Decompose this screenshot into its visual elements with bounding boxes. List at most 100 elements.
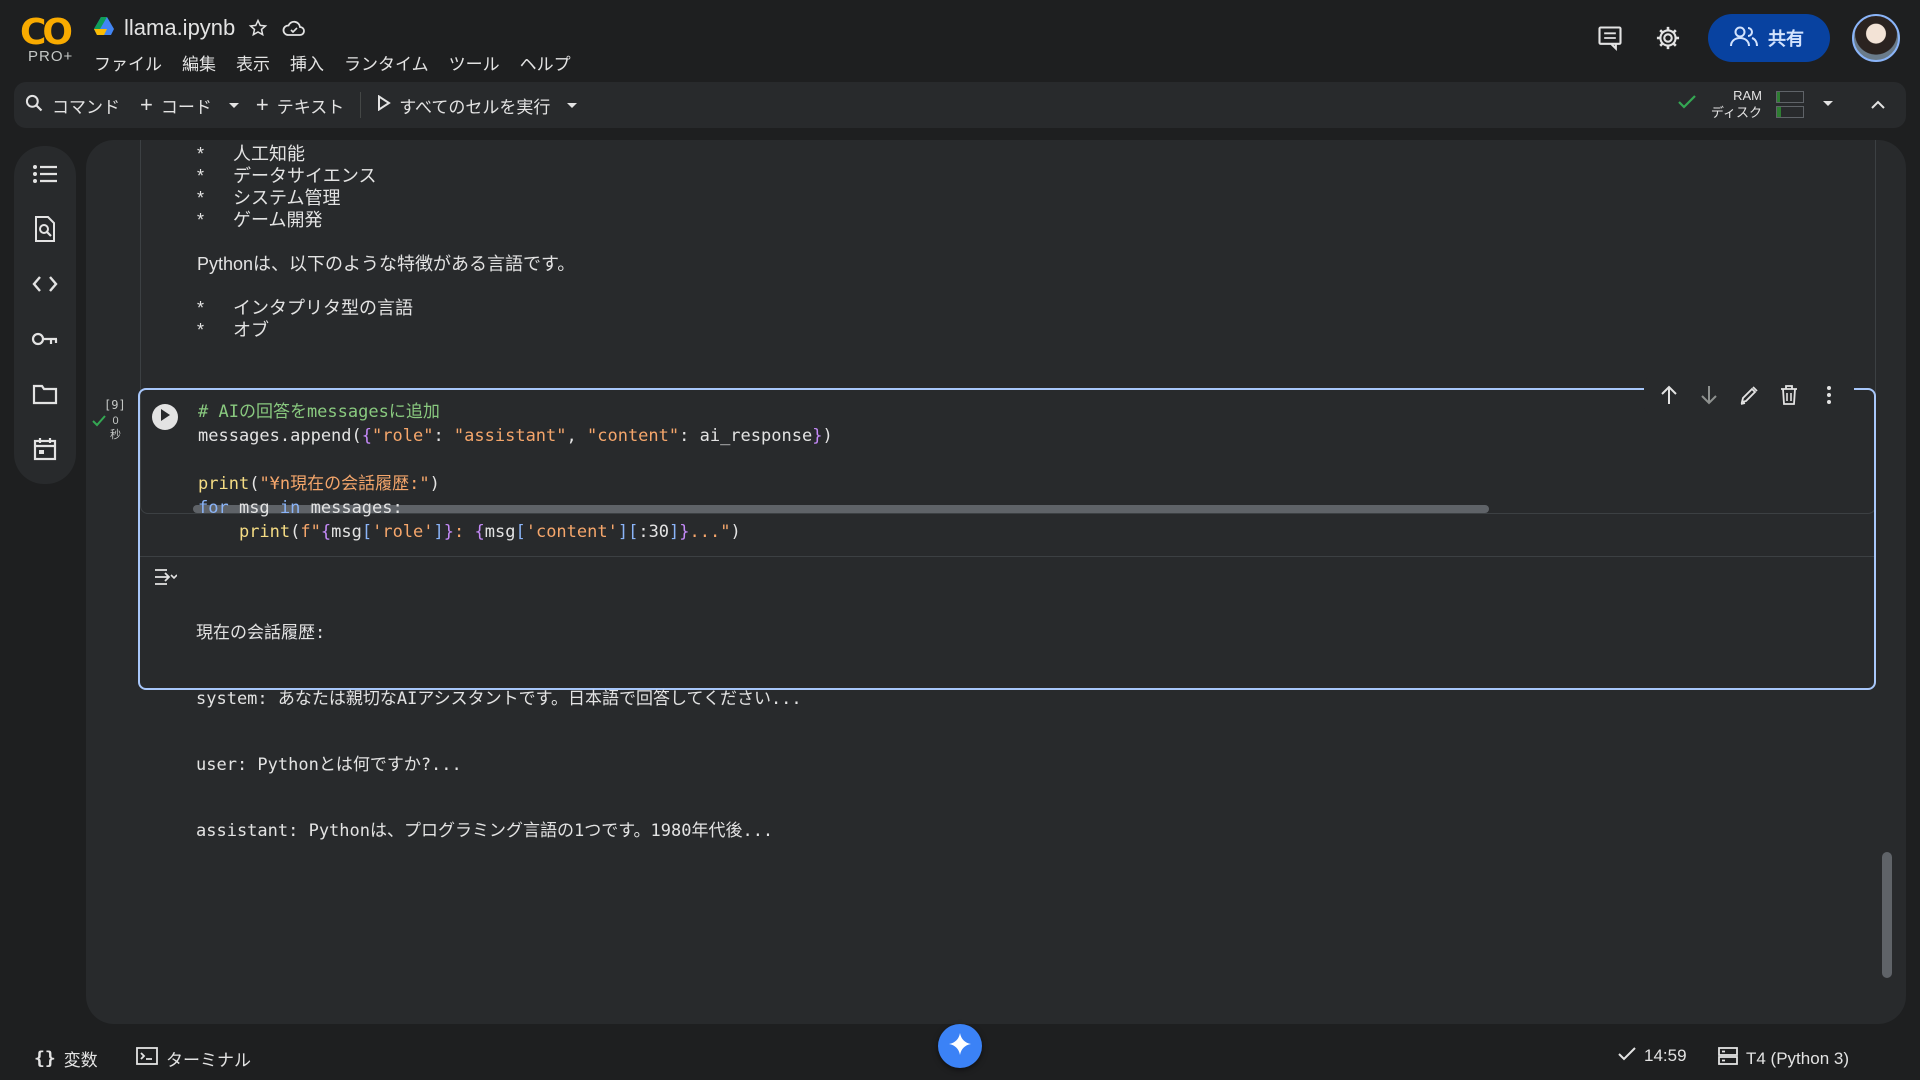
output-line: system: あなたは親切なAIアシスタントです。日本語で回答してください..… [196,689,802,709]
server-icon [1718,1046,1738,1071]
more-options-icon[interactable] [1814,380,1844,410]
ram-label: RAM [1733,88,1762,103]
secrets-key-icon[interactable] [27,321,63,357]
calendar-icon[interactable] [27,431,63,467]
bullet-marker: * [197,144,205,164]
logo-text: CO [20,12,73,53]
cell-output: 現在の会話履歴: system: あなたは親切なAIアシスタントです。日本語で回… [196,578,802,886]
add-code-dropdown[interactable] [222,82,246,128]
plan-badge: PRO+ [28,48,74,65]
table-of-contents-icon[interactable] [27,156,63,192]
menu-insert[interactable]: 挿入 [290,50,324,75]
add-text-button[interactable]: + テキスト [246,82,354,128]
execution-time: 0 秒 [110,414,121,442]
cell-toolbar [1644,376,1854,414]
menu-tools[interactable]: ツール [449,50,500,75]
move-down-icon[interactable] [1694,380,1724,410]
braces-icon: {} [34,1048,56,1069]
disk-meter-fill [1777,106,1781,117]
delete-trash-icon[interactable] [1774,380,1804,410]
app-header: CO PRO+ llama.ipynb ファイル 編集 表示 挿入 ランタイム … [0,0,1920,80]
share-label: 共有 [1768,29,1804,49]
notebook-area[interactable]: * 人工知能 * データサイエンス * システム管理 * ゲーム開発 Pythonは、以… [86,140,1906,1024]
list-item: * データサイエンス [197,165,575,187]
menu-runtime[interactable]: ランタイム [344,50,429,75]
list-item: * システム管理 [197,187,575,209]
colab-logo[interactable]: CO PRO+ [18,12,78,65]
menu-help[interactable]: ヘルプ [520,50,571,75]
user-avatar[interactable] [1852,14,1900,62]
paragraph: Pythonは、以下のような特徴がある言語です。 [197,254,576,274]
menu-edit[interactable]: 編集 [182,50,216,75]
list-item-text: 人工知能 [233,144,305,164]
run-all-label: すべてのセルを実行 [399,97,551,117]
run-cell-button[interactable] [152,404,178,430]
comments-icon[interactable] [1592,20,1628,56]
execution-time-value: 0 [112,415,119,427]
star-icon[interactable] [245,15,271,41]
runtime-info[interactable]: T4 (Python 3) [1718,1046,1849,1071]
disk-meter [1776,105,1804,118]
plus-icon: + [255,92,269,117]
output-actions-icon[interactable] [152,566,178,588]
run-all-button[interactable]: すべてのセルを実行 [367,82,560,128]
settings-gear-icon[interactable] [1650,20,1686,56]
bullet-marker: * [197,166,205,186]
cloud-sync-icon[interactable] [281,15,307,41]
menu-view[interactable]: 表示 [236,50,270,75]
bullet-marker: * [197,188,205,208]
gemini-button[interactable] [938,1024,982,1068]
menu-file[interactable]: ファイル [94,50,162,75]
resource-monitor[interactable]: RAM ディスク [1677,86,1838,122]
bullet-marker: * [197,320,205,340]
terminal-button[interactable]: ターミナル [136,1046,251,1071]
notebook-title[interactable]: llama.ipynb [124,15,235,41]
code-snippets-icon[interactable] [27,266,63,302]
execution-status: 0 秒 [92,414,121,442]
title-row: llama.ipynb [94,12,307,44]
collapse-toolbar-icon[interactable] [1860,87,1896,123]
command-label: コマンド [52,97,120,117]
move-up-icon[interactable] [1654,380,1684,410]
notebook-toolbar: コマンド + コード + テキスト すべてのセルを実行 RAM ディスク [14,82,1906,128]
command-palette-button[interactable]: コマンド [14,82,130,128]
list-item-text: ゲーム開発 [233,210,323,230]
share-button[interactable]: 共有 [1708,14,1830,62]
drive-icon [94,16,114,40]
vertical-scrollbar[interactable] [1882,852,1892,978]
terminal-label: ターミナル [166,1051,251,1070]
code-editor[interactable]: # AIの回答をmessagesに追加 messages.append({"ro… [198,400,833,544]
variables-button[interactable]: {} 変数 [34,1046,98,1071]
execution-count: [9] [104,398,126,412]
find-replace-icon[interactable] [27,211,63,247]
resource-labels: RAM ディスク [1711,87,1762,121]
execution-time-unit: 秒 [110,429,121,441]
output-line: assistant: Pythonは、プログラミング言語の1つです。1980年代… [196,821,774,841]
text-cell-content: * 人工知能 * データサイエンス * システム管理 * ゲーム開発 Pythonは、以… [197,143,575,341]
variables-label: 変数 [63,1051,98,1070]
header-actions: 共有 [1592,14,1900,62]
list-item-text: オブ [233,320,269,340]
add-text-label: テキスト [276,97,345,117]
resource-dropdown-icon[interactable] [1818,86,1838,122]
play-icon [377,94,392,116]
files-folder-icon[interactable] [27,376,63,412]
list-item-text: インタプリタ型の言語 [233,298,413,318]
run-all-dropdown[interactable] [560,82,584,128]
edit-pencil-icon[interactable] [1734,380,1764,410]
menu-bar: ファイル 編集 表示 挿入 ランタイム ツール ヘルプ [94,50,571,75]
list-item-text: システム管理 [233,188,341,208]
gemini-sparkle-icon [948,1032,972,1061]
list-item: * インタプリタ型の言語 [197,297,575,319]
list-item: * 人工知能 [197,143,575,165]
people-icon [1730,25,1758,52]
search-icon [24,93,44,118]
last-run-status[interactable]: 14:59 [1618,1046,1687,1066]
connected-check-icon [1677,94,1697,115]
check-icon [1618,1046,1636,1066]
add-code-button[interactable]: + コード [130,82,222,128]
last-run-time: 14:59 [1644,1046,1687,1065]
disk-label: ディスク [1710,105,1762,120]
code-cell[interactable]: # AIの回答をmessagesに追加 messages.append({"ro… [138,376,1876,841]
output-line: user: Pythonとは何ですか?... [196,755,462,775]
